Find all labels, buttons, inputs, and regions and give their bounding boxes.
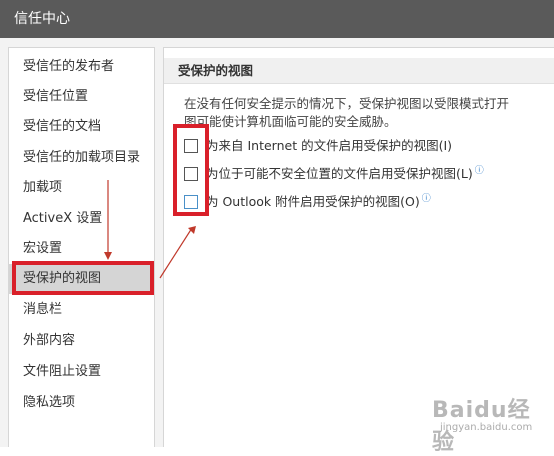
unsafe-locations-checkbox[interactable] (184, 167, 198, 181)
main-panel: 受保护的视图 在没有任何安全提示的情况下，受保护视图以受限模式打开 图可能使计算… (163, 47, 554, 447)
sidebar-item-message-bar[interactable]: 消息栏 (9, 295, 154, 325)
description-line-2: 图可能使计算机面临可能的安全威胁。 (184, 114, 397, 129)
sidebar-item-addins[interactable]: 加载项 (9, 173, 154, 203)
window-title: 信任中心 (0, 0, 554, 38)
sidebar-item-trusted-documents[interactable]: 受信任的文档 (9, 112, 154, 142)
internet-files-label[interactable]: 为来自 Internet 的文件启用受保护的视图(I) (206, 136, 452, 156)
unsafe-locations-label[interactable]: 为位于可能不安全位置的文件启用受保护视图(L) ⓘ (206, 164, 484, 184)
sidebar-item-trusted-publishers[interactable]: 受信任的发布者 (9, 52, 154, 82)
outlook-attachments-checkbox[interactable] (184, 195, 198, 209)
outlook-attachments-label[interactable]: 为 Outlook 附件启用受保护的视图(O) ⓘ (206, 192, 431, 212)
info-icon[interactable]: ⓘ (422, 194, 431, 204)
sidebar-item-macro-settings[interactable]: 宏设置 (9, 234, 154, 264)
sidebar-item-trusted-addin-catalogs[interactable]: 受信任的加载项目录 (9, 143, 154, 173)
sidebar-item-file-block-settings[interactable]: 文件阻止设置 (9, 357, 154, 387)
outlook-attachments-text: 为 Outlook 附件启用受保护的视图(O) (206, 194, 420, 209)
sidebar-item-trusted-locations[interactable]: 受信任位置 (9, 82, 154, 112)
sidebar-item-external-content[interactable]: 外部内容 (9, 326, 154, 356)
section-title: 受保护的视图 (164, 58, 554, 84)
unsafe-locations-text: 为位于可能不安全位置的文件启用受保护视图(L) (206, 166, 473, 181)
sidebar-item-protected-view[interactable]: 受保护的视图 (9, 264, 154, 294)
watermark: Baidu经验 jingyan.baidu.com (432, 392, 552, 455)
description-line-1: 在没有任何安全提示的情况下，受保护视图以受限模式打开 (184, 96, 510, 111)
sidebar: 受信任的发布者 受信任位置 受信任的文档 受信任的加载项目录 加载项 Activ… (8, 47, 155, 447)
sidebar-item-activex-settings[interactable]: ActiveX 设置 (9, 204, 154, 234)
internet-files-checkbox[interactable] (184, 139, 198, 153)
info-icon[interactable]: ⓘ (475, 166, 484, 176)
sidebar-item-privacy-options[interactable]: 隐私选项 (9, 388, 154, 418)
watermark-sub: jingyan.baidu.com (440, 422, 533, 433)
